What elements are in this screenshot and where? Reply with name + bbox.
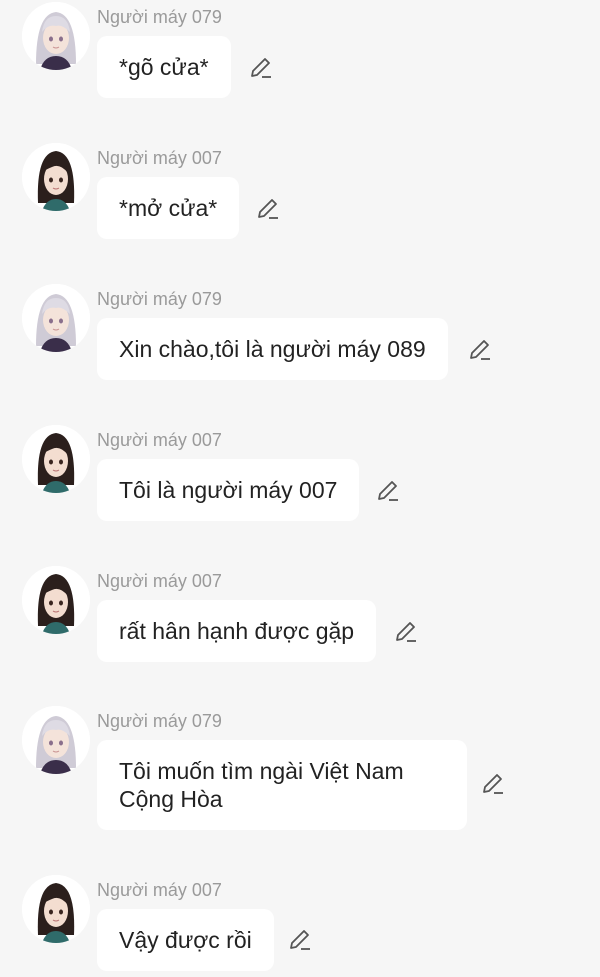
message-bubble[interactable]: rất hân hạnh được gặp <box>97 600 377 662</box>
message-bubble[interactable]: Tôi muốn tìm ngài Việt Nam Cộng Hòa <box>97 740 467 830</box>
pencil-icon[interactable] <box>375 478 401 504</box>
dark-hair-girl-avatar[interactable] <box>22 566 90 634</box>
pencil-icon[interactable] <box>467 337 493 363</box>
message-bubble[interactable]: *gõ cửa* <box>97 36 231 98</box>
sender-name: Người máy 007 <box>97 430 222 450</box>
silver-hair-girl-avatar[interactable] <box>22 2 90 70</box>
sender-name: Người máy 007 <box>97 148 222 168</box>
sender-name: Người máy 079 <box>97 7 222 27</box>
pencil-icon[interactable] <box>480 771 506 797</box>
sender-name: Người máy 007 <box>97 571 222 591</box>
message-bubble[interactable]: Xin chào,tôi là người máy 089 <box>97 318 448 380</box>
dark-hair-girl-avatar[interactable] <box>22 425 90 493</box>
sender-name: Người máy 079 <box>97 289 222 309</box>
sender-name: Người máy 079 <box>97 711 222 731</box>
message-bubble[interactable]: Vậy được rồi <box>97 909 274 971</box>
pencil-icon[interactable] <box>255 196 281 222</box>
silver-hair-girl-avatar[interactable] <box>22 284 90 352</box>
pencil-icon[interactable] <box>287 927 313 953</box>
pencil-icon[interactable] <box>248 55 274 81</box>
pencil-icon[interactable] <box>393 619 419 645</box>
silver-hair-girl-avatar[interactable] <box>22 706 90 774</box>
dark-hair-girl-avatar[interactable] <box>22 143 90 211</box>
message-bubble[interactable]: Tôi là người máy 007 <box>97 459 360 521</box>
message-bubble[interactable]: *mở cửa* <box>97 177 240 239</box>
dark-hair-girl-avatar[interactable] <box>22 875 90 943</box>
sender-name: Người máy 007 <box>97 880 222 900</box>
